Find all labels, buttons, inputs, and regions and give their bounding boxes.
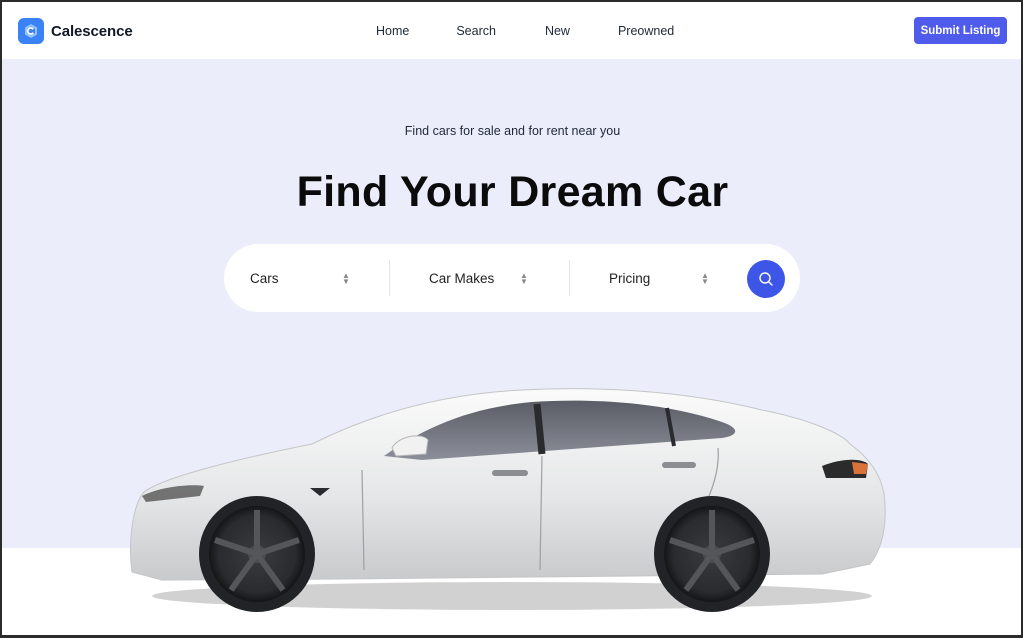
- divider: [569, 260, 570, 296]
- navbar: Calescence Home Search New Preowned Subm…: [2, 2, 1021, 59]
- pricing-select-label: Pricing: [609, 270, 651, 286]
- divider: [389, 260, 390, 296]
- car-makes-select[interactable]: Car Makes ▲ ▼: [429, 244, 569, 312]
- nav-links: Home Search New Preowned: [376, 24, 674, 42]
- hero-headline: Find Your Dream Car: [296, 168, 729, 216]
- brand-name: Calescence: [51, 22, 133, 40]
- chevron-updown-icon: ▲ ▼: [520, 271, 528, 286]
- car-makes-select-label: Car Makes: [429, 270, 495, 286]
- nav-link-new[interactable]: New: [545, 24, 570, 42]
- brand-logo[interactable]: Calescence: [18, 18, 133, 44]
- page: Calescence Home Search New Preowned Subm…: [2, 2, 1021, 635]
- nav-link-preowned[interactable]: Preowned: [618, 24, 674, 42]
- nav-link-search[interactable]: Search: [456, 24, 496, 42]
- nav-link-home[interactable]: Home: [376, 24, 409, 42]
- search-bar: Cars ▲ ▼ Car Makes ▲ ▼ Pricing ▲ ▼: [224, 244, 800, 312]
- search-icon: [759, 272, 773, 286]
- logo-icon: [18, 18, 44, 44]
- chevron-updown-icon: ▲ ▼: [701, 271, 709, 286]
- cars-select[interactable]: Cars ▲ ▼: [250, 244, 390, 312]
- chevron-updown-icon: ▲ ▼: [342, 271, 350, 286]
- car-image: [130, 388, 886, 612]
- search-button[interactable]: [747, 260, 785, 298]
- pricing-select[interactable]: Pricing ▲ ▼: [609, 244, 739, 312]
- cars-select-label: Cars: [250, 270, 279, 286]
- hero-tagline: Find cars for sale and for rent near you: [404, 124, 621, 138]
- submit-listing-button[interactable]: Submit Listing: [914, 17, 1007, 44]
